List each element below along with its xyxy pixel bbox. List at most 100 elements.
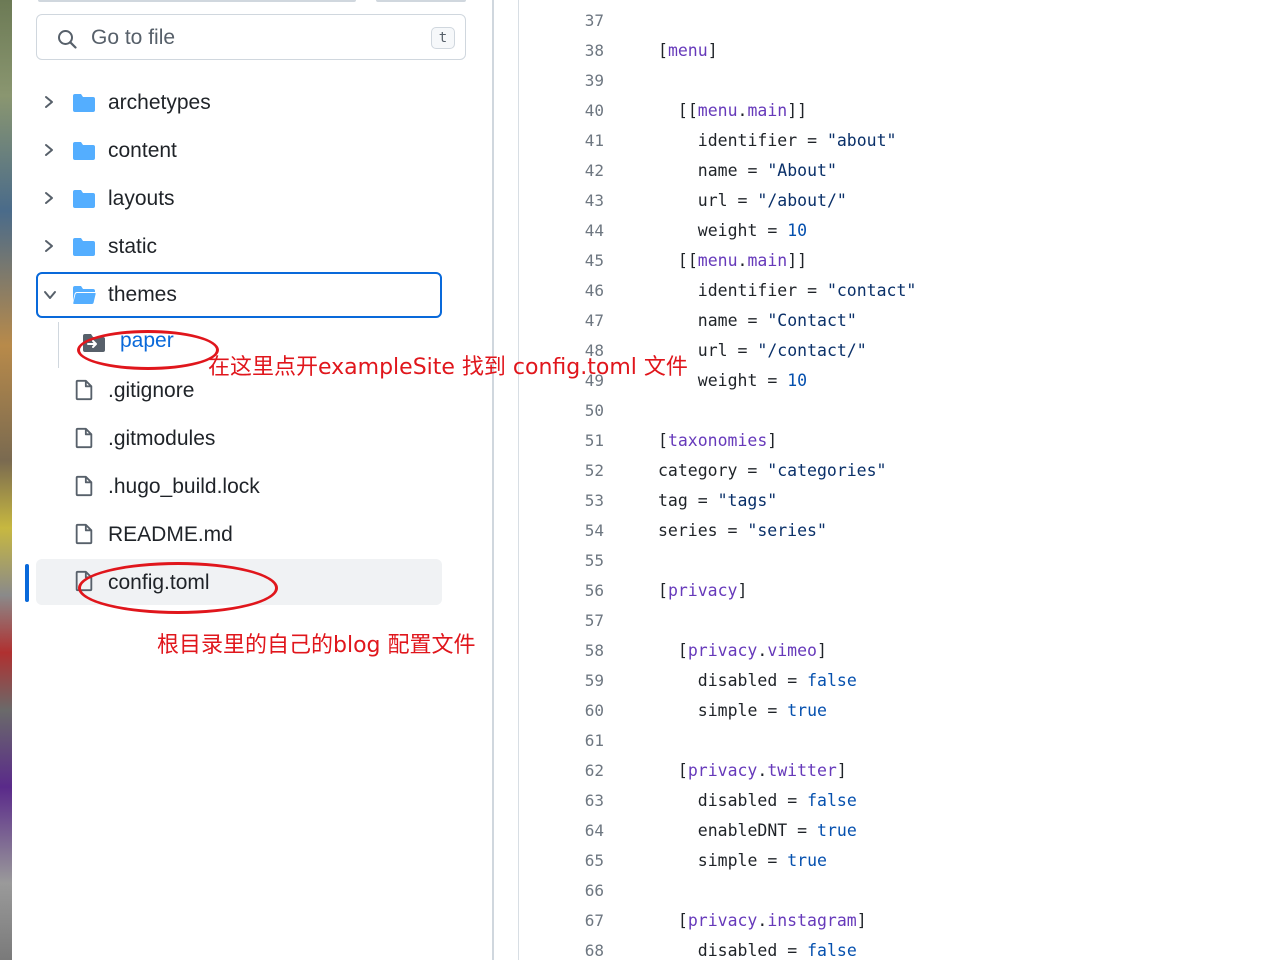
tree-item-hugo-build-lock[interactable]: .hugo_build.lock: [36, 464, 442, 510]
line-number[interactable]: 63: [520, 786, 604, 816]
line-number[interactable]: 47: [520, 306, 604, 336]
code-text: name = "Contact": [698, 306, 857, 336]
line-number[interactable]: 52: [520, 456, 604, 486]
tree-item-gitmodules[interactable]: .gitmodules: [36, 416, 442, 462]
code-token: weight =: [697, 371, 788, 390]
code-text: weight = 10: [698, 216, 807, 246]
code-gutter-spacer: [494, 0, 519, 960]
code-text: [privacy.instagram]: [678, 906, 867, 936]
annotation-text-paper: 在这里点开exampleSite 找到 config.toml 文件: [208, 355, 688, 380]
line-number[interactable]: 56: [520, 576, 604, 606]
line-number[interactable]: 41: [520, 126, 604, 156]
code-text: url = "/contact/": [698, 336, 867, 366]
tree-item-layouts[interactable]: layouts: [36, 176, 442, 222]
line-number[interactable]: 42: [520, 156, 604, 186]
code-token: main: [747, 101, 788, 120]
annotation-circle-paper: [77, 330, 219, 370]
top-button-edge[interactable]: [376, 0, 466, 2]
tree-item-label: .hugo_build.lock: [108, 475, 260, 498]
go-to-file-search[interactable]: Go to file t: [36, 14, 466, 60]
code-token: enableDNT =: [697, 821, 818, 840]
code-token: ]: [856, 911, 867, 930]
code-line: 46 identifier = "contact": [520, 276, 1280, 306]
code-token: [[: [677, 101, 698, 120]
code-token: category =: [658, 461, 768, 480]
line-number[interactable]: 54: [520, 516, 604, 546]
tree-item-archetypes[interactable]: archetypes: [36, 80, 442, 126]
code-token: menu: [697, 101, 738, 120]
tree-item-static[interactable]: static: [36, 224, 442, 270]
line-number[interactable]: 50: [520, 396, 604, 426]
code-line: 65 simple = true: [520, 846, 1280, 876]
code-text: category = "categories": [658, 456, 887, 486]
file-icon: [75, 475, 93, 497]
line-number[interactable]: 58: [520, 636, 604, 666]
tree-item-label: content: [108, 139, 177, 162]
chevron-right-icon[interactable]: [42, 142, 56, 158]
search-icon: [58, 30, 77, 49]
line-number[interactable]: 57: [520, 606, 604, 636]
code-token: ]: [707, 41, 718, 60]
code-line: 42 name = "About": [520, 156, 1280, 186]
code-token: "About": [767, 161, 837, 180]
code-token: "/contact/": [757, 341, 867, 360]
code-token: ]: [836, 761, 847, 780]
line-number[interactable]: 66: [520, 876, 604, 906]
tree-item-themes[interactable]: themes: [36, 272, 442, 318]
code-token: false: [807, 671, 857, 690]
code-token: tag =: [658, 491, 718, 510]
line-number[interactable]: 61: [520, 726, 604, 756]
chevron-right-icon[interactable]: [42, 238, 56, 254]
line-number[interactable]: 45: [520, 246, 604, 276]
code-token: "Contact": [767, 311, 857, 330]
top-button-edge[interactable]: [38, 0, 356, 2]
tree-item-label: layouts: [108, 187, 175, 210]
file-tree-pane: Go to file t archetypes content layouts …: [12, 0, 492, 960]
chevron-right-icon[interactable]: [42, 94, 56, 110]
code-token: [: [677, 761, 688, 780]
code-token: true: [787, 851, 827, 870]
line-number[interactable]: 44: [520, 216, 604, 246]
code-line: 61: [520, 726, 1280, 756]
code-token: [: [658, 581, 668, 600]
tree-item-label: archetypes: [108, 91, 211, 114]
code-token: .: [757, 641, 768, 660]
line-number[interactable]: 39: [520, 66, 604, 96]
line-number[interactable]: 64: [520, 816, 604, 846]
line-number[interactable]: 65: [520, 846, 604, 876]
code-token: .: [757, 761, 768, 780]
code-token: "series": [747, 521, 827, 540]
code-token: main: [747, 251, 788, 270]
code-line: 63 disabled = false: [520, 786, 1280, 816]
line-number[interactable]: 40: [520, 96, 604, 126]
chevron-down-icon[interactable]: [42, 287, 58, 303]
keyboard-shortcut-hint: t: [431, 27, 455, 49]
code-token: true: [817, 821, 857, 840]
code-text: disabled = false: [698, 786, 857, 816]
tree-item-readme[interactable]: README.md: [36, 512, 442, 558]
code-token: false: [807, 941, 857, 960]
code-token: privacy: [687, 641, 758, 660]
code-line: 45 [[menu.main]]: [520, 246, 1280, 276]
code-line: 64 enableDNT = true: [520, 816, 1280, 846]
folder-icon: [73, 190, 95, 208]
line-number[interactable]: 60: [520, 696, 604, 726]
tree-item-label: README.md: [108, 523, 233, 546]
line-number[interactable]: 62: [520, 756, 604, 786]
code-token: .: [737, 101, 748, 120]
line-number[interactable]: 38: [520, 36, 604, 66]
line-number[interactable]: 46: [520, 276, 604, 306]
line-number[interactable]: 67: [520, 906, 604, 936]
tree-item-content[interactable]: content: [36, 128, 442, 174]
line-number[interactable]: 55: [520, 546, 604, 576]
line-number[interactable]: 68: [520, 936, 604, 960]
code-line: 51 [taxonomies]: [520, 426, 1280, 456]
line-number[interactable]: 59: [520, 666, 604, 696]
line-number[interactable]: 51: [520, 426, 604, 456]
code-view: 37 38 [menu] 39 40 [[menu.main]] 41 identifier …: [520, 0, 1280, 960]
chevron-right-icon[interactable]: [42, 190, 56, 206]
code-token: menu: [667, 41, 708, 60]
line-number[interactable]: 53: [520, 486, 604, 516]
line-number[interactable]: 37: [520, 6, 604, 36]
line-number[interactable]: 43: [520, 186, 604, 216]
